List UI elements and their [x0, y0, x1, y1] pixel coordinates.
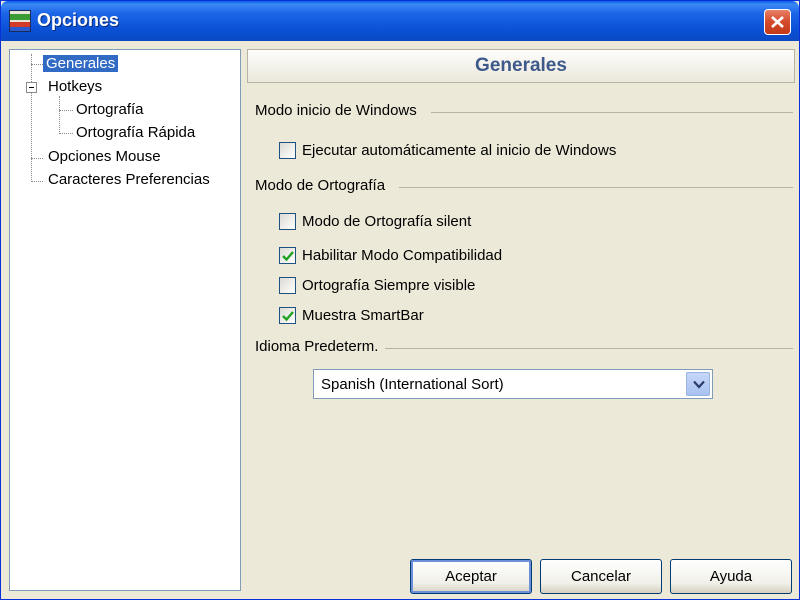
group-label-default-language: Idioma Predeterm. — [255, 338, 379, 355]
tree-item-caracteres-preferencias[interactable]: Caracteres Preferencias — [45, 170, 213, 190]
checkbox-box[interactable] — [279, 246, 296, 264]
checkbox-silent-mode[interactable]: Modo de Ortografía silent — [279, 211, 471, 231]
collapse-icon[interactable] — [26, 82, 37, 93]
checkbox-box[interactable] — [279, 141, 296, 159]
tree-item-generales[interactable]: Generales — [43, 54, 119, 74]
tree-item-label: Ortografía Rápida — [76, 124, 196, 141]
checkbox-box[interactable] — [279, 212, 296, 230]
checkbox-label: Ortografía Siempre visible — [302, 276, 476, 294]
checkbox-smartbar[interactable]: Muestra SmartBar — [279, 305, 424, 325]
checkbox-box[interactable] — [279, 276, 296, 294]
checkbox-autostart[interactable]: Ejecutar automáticamente al inicio de Wi… — [279, 140, 616, 160]
panel-title: Generales — [475, 55, 567, 76]
language-select[interactable]: Spanish (International Sort) — [313, 369, 713, 399]
dropdown-button[interactable] — [686, 372, 710, 396]
group-divider — [385, 348, 793, 349]
help-button[interactable]: Ayuda — [670, 559, 792, 594]
tree-item-label: Hotkeys — [48, 78, 103, 95]
checkbox-label: Ejecutar automáticamente al inicio de Wi… — [302, 141, 617, 159]
checkbox-label: Habilitar Modo Compatibilidad — [302, 246, 503, 264]
tree-item-hotkeys[interactable]: Hotkeys — [45, 77, 105, 97]
checkbox-box[interactable] — [279, 306, 296, 324]
checkbox-compatibility-mode[interactable]: Habilitar Modo Compatibilidad — [279, 245, 502, 265]
close-button[interactable] — [764, 9, 791, 35]
tree-item-label: Ortografía — [76, 101, 144, 118]
group-divider — [399, 187, 793, 188]
tree-item-ortografia[interactable]: Ortografía — [73, 100, 147, 120]
ok-button[interactable]: Aceptar — [410, 559, 532, 594]
language-select-value: Spanish (International Sort) — [321, 376, 504, 393]
checkmark-icon — [282, 250, 294, 261]
app-icon — [9, 10, 31, 32]
cancel-button[interactable]: Cancelar — [540, 559, 662, 594]
tree-item-label: Caracteres Preferencias — [48, 171, 210, 188]
group-label-spelling-mode: Modo de Ortografía — [255, 177, 386, 194]
title-bar[interactable]: Opciones — [1, 1, 799, 41]
checkbox-label: Muestra SmartBar — [302, 306, 424, 324]
tree-item-ortografia-rapida[interactable]: Ortografía Rápida — [73, 123, 198, 143]
window-title: Opciones — [37, 10, 120, 30]
group-divider — [431, 112, 793, 113]
tree-item-label: Generales — [43, 55, 119, 72]
checkmark-icon — [282, 310, 294, 321]
tree-item-opciones-mouse[interactable]: Opciones Mouse — [45, 147, 164, 167]
category-tree: Generales Hotkeys Ortografía Ortografía … — [9, 49, 241, 591]
group-label-windows-startup: Modo inicio de Windows — [255, 102, 417, 119]
checkbox-always-visible[interactable]: Ortografía Siempre visible — [279, 275, 475, 295]
panel-header: Generales — [247, 49, 795, 83]
chevron-down-icon — [693, 380, 705, 389]
options-dialog: Opciones Generales Hotkeys Ortografía Or — [0, 0, 800, 600]
close-icon — [771, 16, 784, 28]
checkbox-label: Modo de Ortografía silent — [302, 212, 472, 230]
tree-item-label: Opciones Mouse — [48, 148, 161, 165]
